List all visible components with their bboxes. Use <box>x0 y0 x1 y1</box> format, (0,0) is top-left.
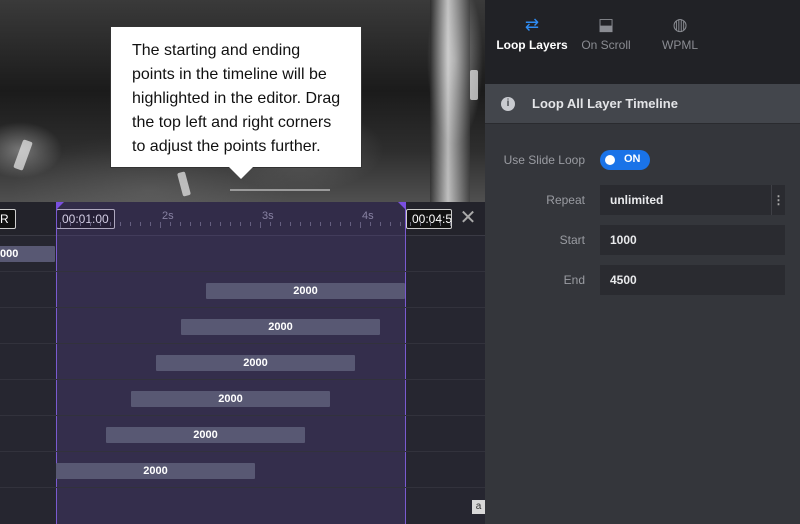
hint-tooltip: The starting and ending points in the ti… <box>110 26 362 179</box>
timeline-row: 2000 <box>0 380 485 416</box>
end-input[interactable]: 4500 <box>600 265 785 295</box>
current-time-box[interactable]: R <box>0 209 16 229</box>
preview-light-streak <box>177 171 191 197</box>
use-slide-loop-label: Use Slide Loop <box>503 153 585 167</box>
layer-bar[interactable]: 2000 <box>131 391 330 407</box>
tooltip-pointer-line <box>230 189 330 191</box>
ruler-tick <box>430 222 431 226</box>
timeline-row: 000 <box>0 236 485 272</box>
repeat-select[interactable]: unlimited ⋮ <box>600 185 785 215</box>
layer-bar[interactable]: 2000 <box>181 319 380 335</box>
toggle-knob <box>605 155 615 165</box>
ruler-tick <box>450 222 451 226</box>
repeat-label: Repeat <box>546 193 585 207</box>
panel-tabs: ⇄ Loop Layers ⬓ On Scroll ◍ WPML <box>485 0 800 84</box>
timeline-row: 2000 <box>0 416 485 452</box>
more-options-icon[interactable]: ⋮ <box>771 185 785 215</box>
section-title: Loop All Layer Timeline <box>532 96 678 111</box>
use-slide-loop-toggle[interactable]: ON <box>600 150 650 170</box>
hint-tooltip-text: The starting and ending points in the ti… <box>132 42 341 155</box>
end-label: End <box>563 273 585 287</box>
ruler-tick <box>440 222 441 226</box>
close-icon[interactable]: ✕ <box>458 208 478 228</box>
ruler-tick <box>420 222 421 226</box>
section-header[interactable]: i Loop All Layer Timeline <box>485 84 800 124</box>
loop-end-handle[interactable] <box>398 202 406 210</box>
layer-bar[interactable]: 2000 <box>56 463 255 479</box>
start-label: Start <box>559 233 585 247</box>
preview-light-streak <box>470 70 478 100</box>
tab-label: WPML <box>662 38 698 52</box>
start-input[interactable]: 1000 <box>600 225 785 255</box>
layer-bar[interactable]: 000 <box>0 246 55 262</box>
timeline-row: 2000 <box>0 452 485 488</box>
loop-start-handle[interactable] <box>56 202 64 210</box>
timeline-corner-box[interactable]: a <box>472 500 485 514</box>
tab-wpml[interactable]: ◍ WPML <box>635 12 725 72</box>
toggle-state: ON <box>624 153 641 165</box>
timeline-row: 2000 <box>0 308 485 344</box>
timeline-row: 2000 <box>0 272 485 308</box>
layer-bar[interactable]: 2000 <box>206 283 405 299</box>
layer-bar[interactable]: 2000 <box>106 427 305 443</box>
ruler-tick <box>410 222 411 226</box>
timeline-row: 2000 <box>0 344 485 380</box>
globe-icon: ◍ <box>672 15 688 34</box>
settings-panel: ⇄ Loop Layers ⬓ On Scroll ◍ WPML i Loop … <box>485 0 800 524</box>
layer-bar[interactable]: 2000 <box>156 355 355 371</box>
info-icon: i <box>501 97 515 111</box>
loop-end-time[interactable]: 00:04:5 <box>406 209 452 229</box>
repeat-value: unlimited <box>610 193 664 207</box>
preview-light-streak <box>13 139 33 171</box>
layer-timeline: R 00:01:00 00:04:5 2s 3s 4s ✕ 000 2000 2… <box>0 202 485 524</box>
preview-light-pillar <box>430 0 470 202</box>
